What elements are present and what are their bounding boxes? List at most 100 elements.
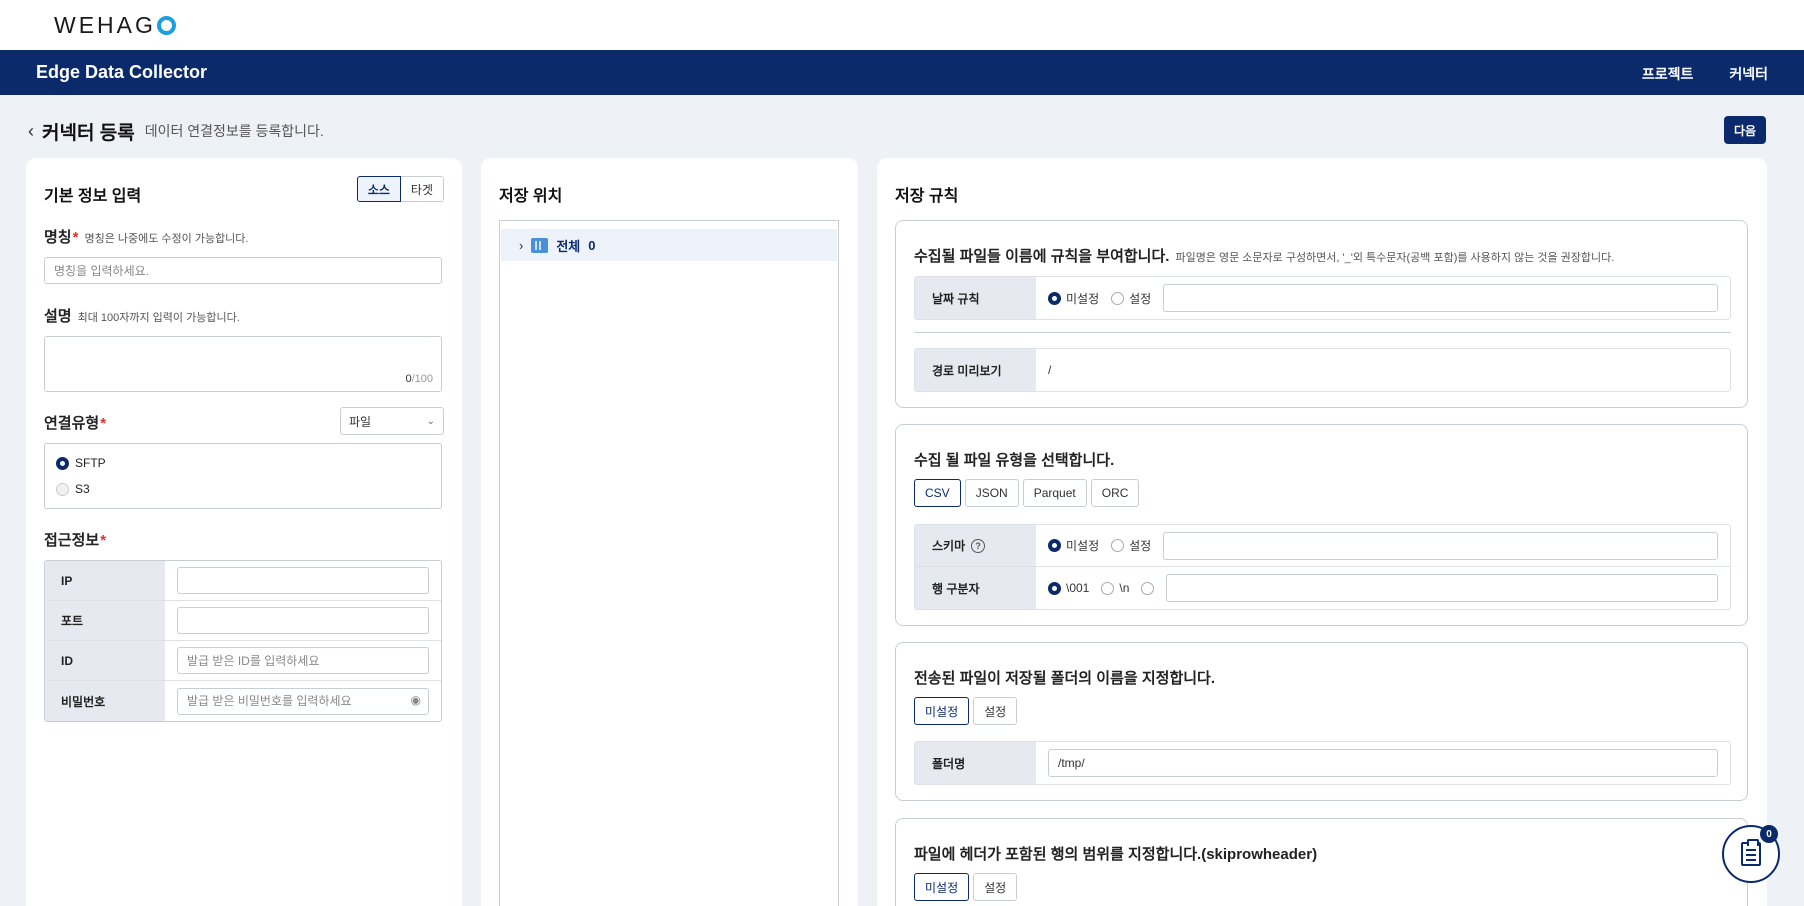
schema-set-option[interactable]: 설정	[1111, 537, 1151, 554]
radio-sftp[interactable]: SFTP	[56, 456, 106, 470]
folder-icon	[531, 237, 549, 253]
card-title: 수집될 파일들 이름에 규칙을 부여합니다. 파일명은 영문 소문자로 구성하면서…	[914, 245, 1614, 266]
folder-tree: › 전체 0	[499, 220, 839, 906]
clipboard-icon	[1741, 839, 1761, 866]
tree-count: 0	[588, 237, 596, 253]
radio-unselected[interactable]	[1111, 539, 1125, 552]
access-row-ip: IP	[45, 561, 441, 601]
description-label: 설명 최대 100자까지 입력이 가능합니다.	[44, 305, 240, 326]
radio-selected[interactable]	[1048, 581, 1061, 595]
access-row-port: 포트	[45, 601, 441, 641]
port-input[interactable]	[177, 607, 429, 634]
fab-badge: 0	[1760, 825, 1778, 843]
password-input[interactable]	[177, 687, 429, 715]
radio-selected[interactable]	[1048, 291, 1061, 305]
page-title: 커넥터 등록	[42, 122, 135, 144]
date-rule-input[interactable]	[1163, 284, 1718, 312]
tree-label: 전체	[556, 238, 581, 254]
page-subtitle: 데이터 연결정보를 등록합니다.	[144, 123, 324, 139]
description-hint: 최대 100자까지 입력이 가능합니다.	[77, 312, 240, 324]
row-separator-input[interactable]	[1166, 574, 1718, 602]
row-key: 행 구분자	[915, 567, 1036, 609]
nav-menu: 프로젝트 커넥터	[1642, 64, 1768, 84]
logo-text: WEHAG	[54, 12, 156, 38]
storage-rules-panel: 저장 규칙 수집될 파일들 이름에 규칙을 부여합니다. 파일명은 영문 소문자로…	[877, 158, 1767, 906]
access-info-label: 접근정보*	[44, 529, 106, 550]
date-rule-row: 날짜 규칙 미설정 설정	[915, 277, 1730, 319]
basic-info-panel: 기본 정보 입력 소스 타겟 명칭*명칭은 나중에도 수정이 가능합니다. 설명…	[26, 158, 462, 906]
id-input[interactable]	[177, 647, 429, 674]
radio-label: 설정	[1129, 291, 1152, 306]
file-type-parquet[interactable]: Parquet	[1022, 479, 1087, 507]
radio-unselected[interactable]	[1141, 581, 1155, 595]
chevron-right-icon[interactable]: ›	[519, 238, 523, 253]
page-header: ‹ 커넥터 등록 데이터 연결정보를 등록합니다.	[28, 117, 324, 145]
folder-name-card: 전송된 파일이 저장될 폴더의 이름을 지정합니다. 미설정 설정 폴더명	[895, 642, 1748, 801]
source-toggle-button[interactable]: 소스	[356, 176, 401, 202]
source-target-toggle: 소스 타겟	[356, 176, 444, 202]
file-type-card: 수집 될 파일 유형을 선택합니다. CSV JSON Parquet ORC …	[895, 424, 1748, 626]
access-info-label-text: 접근정보	[44, 532, 100, 549]
row-key: 폴더명	[915, 742, 1036, 784]
skiprow-set-button[interactable]: 설정	[973, 873, 1018, 901]
schema-input[interactable]	[1163, 531, 1718, 560]
chevron-left-icon[interactable]: ‹	[28, 121, 34, 142]
skiprow-card: 파일에 헤더가 포함된 행의 범위를 지정합니다.(skiprowheader)…	[895, 818, 1748, 906]
tree-item-all[interactable]: › 전체 0	[501, 229, 837, 261]
select-value: 파일	[349, 414, 372, 429]
target-toggle-button[interactable]: 타겟	[400, 176, 444, 202]
char-counter: 0/100	[405, 373, 433, 385]
radio-label: \001	[1066, 581, 1090, 595]
radio-label: 설정	[1129, 539, 1152, 553]
path-preview-grid: 경로 미리보기 /	[914, 348, 1731, 392]
radio-selected[interactable]	[56, 456, 69, 470]
file-type-json[interactable]: JSON	[964, 479, 1019, 507]
row-sep-custom-option[interactable]	[1141, 581, 1155, 595]
required-mark: *	[72, 229, 79, 246]
radio-unselected[interactable]	[1101, 581, 1115, 595]
row-sep-newline-option[interactable]: \n	[1101, 581, 1129, 595]
folder-name-input[interactable]	[1048, 749, 1718, 777]
schema-row: 스키마? 미설정 설정	[915, 525, 1730, 567]
description-label-text: 설명	[44, 308, 72, 325]
radio-unselected[interactable]	[56, 482, 69, 496]
schema-key: 스키마?	[915, 525, 1036, 566]
date-rule-grid: 날짜 규칙 미설정 설정	[914, 276, 1731, 320]
connection-type-select[interactable]: 파일 ⌄	[340, 407, 444, 435]
wehago-logo[interactable]: WEHAG	[54, 12, 176, 39]
connection-options: SFTP S3	[44, 443, 442, 509]
skiprow-toggle: 미설정 설정	[914, 873, 1018, 901]
help-icon[interactable]: ?	[971, 538, 986, 553]
skiprow-unset-button[interactable]: 미설정	[914, 873, 970, 901]
folder-unset-button[interactable]: 미설정	[914, 697, 970, 725]
nav-bar: Edge Data Collector 프로젝트 커넥터	[0, 50, 1804, 95]
eye-icon[interactable]: ◉	[411, 693, 421, 707]
schema-unset-option[interactable]: 미설정	[1048, 537, 1099, 554]
file-type-orc[interactable]: ORC	[1090, 479, 1140, 507]
radio-unselected[interactable]	[1111, 291, 1125, 305]
name-hint: 명칭은 나중에도 수정이 가능합니다.	[84, 233, 249, 245]
radio-selected[interactable]	[1048, 539, 1061, 552]
radio-s3[interactable]: S3	[56, 482, 90, 496]
row-key: IP	[45, 561, 165, 600]
access-info-table: IP 포트 ID 비밀번호 ◉	[44, 560, 442, 722]
required-mark: *	[100, 532, 107, 549]
date-rule-set-option[interactable]: 설정	[1111, 290, 1151, 307]
next-button[interactable]: 다음	[1724, 116, 1766, 144]
row-key: 비밀번호	[45, 681, 165, 721]
nav-item-projects[interactable]: 프로젝트	[1642, 64, 1694, 84]
date-rule-unset-option[interactable]: 미설정	[1048, 290, 1099, 307]
row-key: ID	[45, 641, 165, 680]
file-type-grid: 스키마? 미설정 설정 행 구분자 \001 \n	[914, 524, 1731, 610]
panel-title: 저장 규칙	[895, 188, 959, 205]
file-type-csv[interactable]: CSV	[914, 479, 961, 507]
row-sep-001-option[interactable]: \001	[1048, 581, 1089, 595]
ip-input[interactable]	[177, 567, 429, 594]
divider	[914, 332, 1731, 333]
nav-item-connectors[interactable]: 커넥터	[1729, 64, 1768, 84]
radio-label: \n	[1119, 581, 1130, 595]
description-textarea[interactable]: 0/100	[44, 336, 442, 392]
name-input[interactable]	[44, 257, 442, 284]
folder-set-button[interactable]: 설정	[973, 697, 1018, 725]
path-preview-row: 경로 미리보기 /	[915, 349, 1730, 391]
